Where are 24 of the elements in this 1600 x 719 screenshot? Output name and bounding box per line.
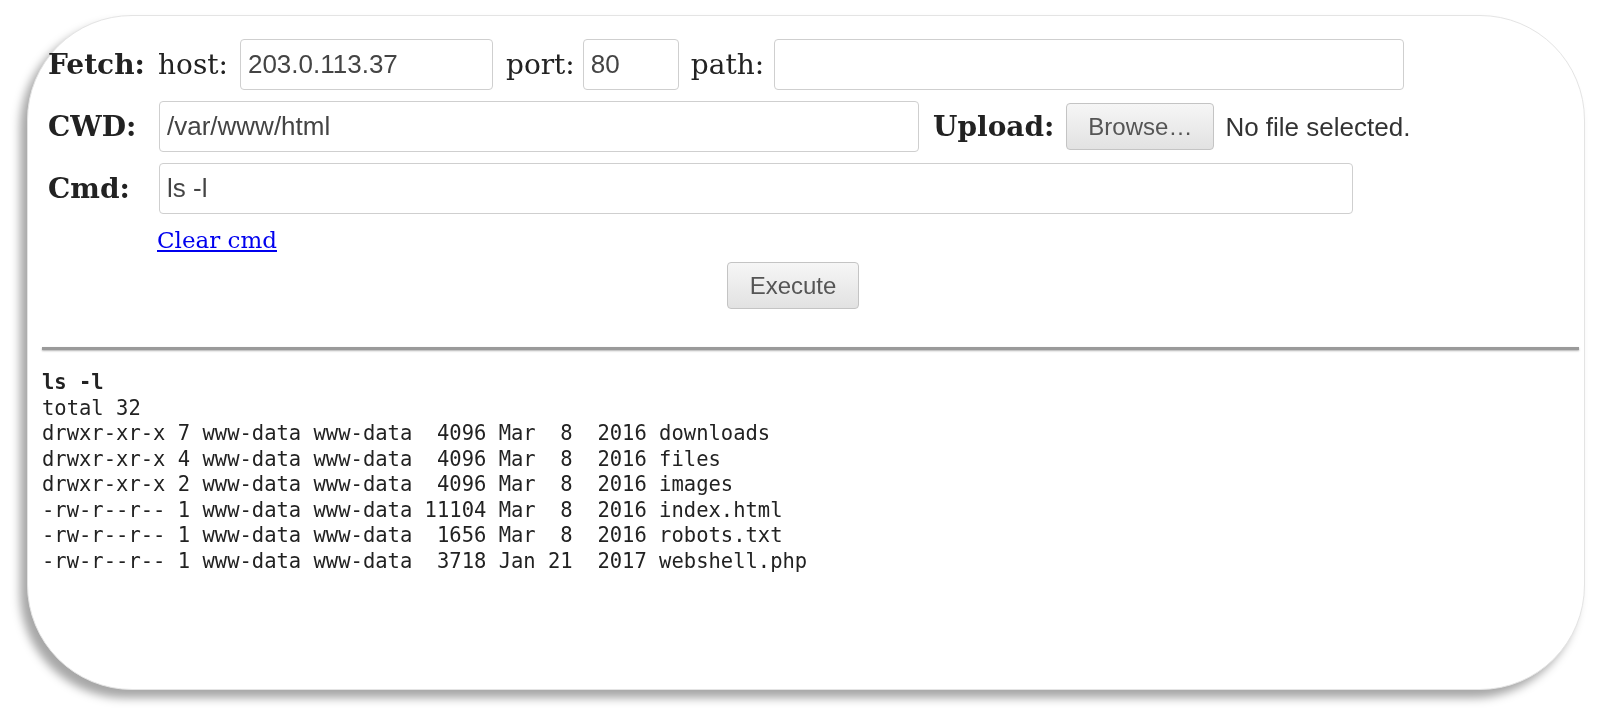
field-label: host: (158, 50, 228, 79)
field-label: Upload: (933, 112, 1055, 141)
command-field[interactable]: ls -l (159, 163, 1353, 214)
output-line: -rw-r--r-- 1 www-data www-data 3718 Jan 21 2017 webshell.php (42, 548, 808, 574)
port-field[interactable]: 80 (582, 39, 679, 90)
output-line: drwxr-xr-x 7 www-data www-data 4096 Mar 8 2016 downloads (42, 421, 771, 447)
host-field[interactable]: 203.0.113.37 (239, 39, 493, 90)
output-line: -rw-r--r-- 1 www-data www-data 11104 Mar 8 2016 index.html (42, 497, 783, 523)
command-echo: ls -l (42, 370, 104, 396)
clear-cmd-link[interactable]: Clear cmd (157, 228, 277, 252)
output-line: drwxr-xr-x 2 www-data www-data 4096 Mar 8 2016 images (42, 472, 734, 498)
field-label: CWD: (48, 112, 138, 141)
browse-button[interactable]: Browse… (1066, 103, 1215, 150)
output-line: total 32 (42, 395, 141, 421)
cwd-field[interactable]: /var/www/html (159, 101, 919, 152)
field-label: Fetch: (48, 50, 146, 79)
path-field[interactable] (774, 39, 1405, 90)
field-label: port: (505, 50, 575, 79)
output-line: -rw-r--r-- 1 www-data www-data 1656 Mar 8 2016 robots.txt (42, 523, 783, 549)
output-line: drwxr-xr-x 4 www-data www-data 4096 Mar 8 2016 files (42, 446, 721, 472)
field-label: path: (690, 50, 765, 79)
execute-button[interactable]: Execute (727, 262, 859, 309)
file-status-text: No file selected. (1225, 113, 1411, 140)
field-label: Cmd: (48, 174, 131, 203)
